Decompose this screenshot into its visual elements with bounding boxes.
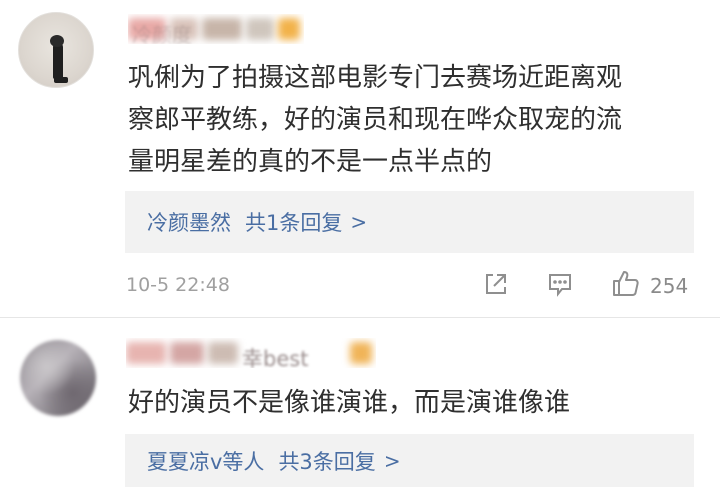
blur-block — [202, 18, 242, 40]
username-text: 冷颜度 — [132, 23, 192, 44]
like-count: 254 — [650, 274, 689, 298]
username-blurred[interactable]: 幸best — [126, 338, 376, 368]
reply-count[interactable]: 共1条回复 — [245, 207, 342, 237]
blur-block — [246, 18, 274, 40]
reply-summary[interactable]: 夏夏凉v等人 共3条回复 > — [125, 434, 694, 487]
reply-summary[interactable]: 冷颜墨然 共1条回复 > — [125, 191, 694, 253]
timestamp: 10-5 22:48 — [126, 274, 230, 296]
username-text: 幸best — [242, 347, 309, 368]
reply-count[interactable]: 共3条回复 — [278, 446, 375, 476]
comment-text: 巩俐为了拍摄这部电影专门去赛场近距离观 察郎平教练，好的演员和现在哗众取宠的流 … — [128, 63, 623, 177]
comment-text: 好的演员不是像谁演谁，而是演谁像谁 — [128, 388, 571, 418]
blur-block — [170, 342, 204, 364]
badge-blurred — [278, 18, 300, 40]
chevron-right-icon: > — [383, 448, 401, 473]
comment-icon[interactable] — [546, 270, 574, 298]
reply-author[interactable]: 夏夏凉v等人 — [147, 446, 264, 476]
reply-author[interactable]: 冷颜墨然 — [147, 207, 231, 237]
comment-item: 冷颜度 巩俐为了拍摄这部电影专门去赛场近距离观 察郎平教练，好的演员和现在哗众取… — [0, 0, 720, 318]
avatar[interactable] — [20, 340, 96, 416]
blur-block — [208, 342, 238, 364]
avatar[interactable] — [18, 12, 94, 88]
chevron-right-icon: > — [350, 210, 368, 234]
avatar-figure — [50, 35, 68, 83]
like-icon[interactable] — [611, 268, 641, 298]
comment-item: 幸best 好的演员不是像谁演谁，而是演谁像谁 夏夏凉v等人 共3条回复 > — [0, 318, 720, 487]
badge-blurred — [350, 342, 372, 364]
username-blurred[interactable]: 冷颜度 — [128, 14, 304, 44]
blur-block — [126, 342, 166, 364]
share-icon[interactable] — [482, 270, 510, 298]
